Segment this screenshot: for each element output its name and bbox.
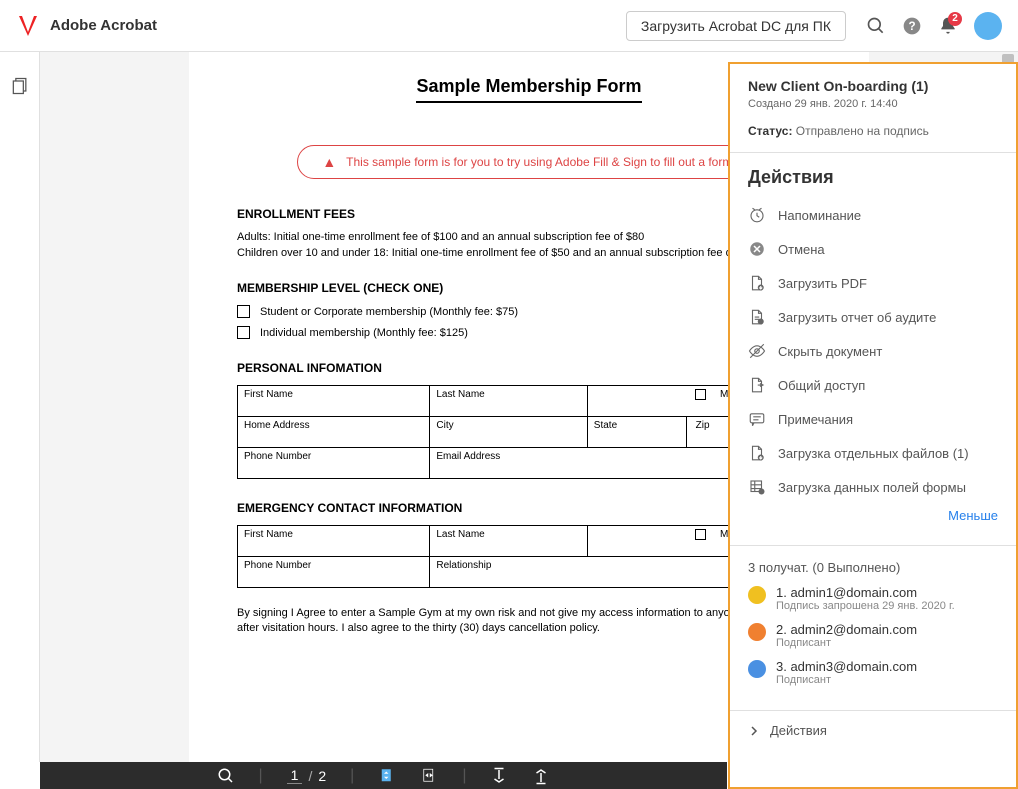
comment-icon <box>748 410 766 428</box>
fit-width-icon[interactable] <box>420 767 438 785</box>
em-phone-cell[interactable]: Phone Number <box>238 557 430 588</box>
recipient-name: 3. admin3@domain.com <box>776 659 917 674</box>
action-label: Примечания <box>778 412 853 427</box>
em-last-name-cell[interactable]: Last Name <box>430 526 587 557</box>
recipient-row[interactable]: 1. admin1@domain.com Подпись запрошена 2… <box>748 585 998 612</box>
panel-created: Создано 29 янв. 2020 г. 14:40 <box>748 98 998 110</box>
action-label: Скрыть документ <box>778 344 882 359</box>
action-share[interactable]: Общий доступ <box>748 368 998 402</box>
status-label: Статус: <box>748 124 792 138</box>
app-header: Adobe Acrobat Загрузить Acrobat DC для П… <box>0 0 1018 52</box>
action-notes[interactable]: Примечания <box>748 402 998 436</box>
logo-group: Adobe Acrobat <box>16 14 157 38</box>
recipient-dot <box>748 660 766 678</box>
fit-page-icon[interactable] <box>378 767 396 785</box>
recipients-heading: 3 получат. (0 Выполнено) <box>748 560 998 575</box>
audit-icon <box>748 308 766 326</box>
warning-banner: ▲ This sample form is for you to try usi… <box>297 145 760 179</box>
action-label: Загрузка данных полей формы <box>778 480 966 495</box>
cancel-icon <box>748 240 766 258</box>
share-icon <box>748 376 766 394</box>
action-download-files[interactable]: Загрузка отдельных файлов (1) <box>748 436 998 470</box>
clock-icon <box>748 206 766 224</box>
recipient-name: 2. admin2@domain.com <box>776 622 917 637</box>
action-label: Общий доступ <box>778 378 865 393</box>
panel-status: Статус: Отправлено на подпись <box>748 124 998 138</box>
city-cell[interactable]: City <box>430 417 587 448</box>
download-pdf-icon <box>748 274 766 292</box>
action-label: Отмена <box>778 242 825 257</box>
home-address-cell[interactable]: Home Address <box>238 417 430 448</box>
left-rail <box>0 52 40 762</box>
membership-opt1-label: Student or Corporate membership (Monthly… <box>260 306 518 318</box>
action-cancel[interactable]: Отмена <box>748 232 998 266</box>
details-panel: New Client On-boarding (1) Создано 29 ян… <box>728 62 1018 789</box>
total-pages: 2 <box>318 768 326 784</box>
search-icon[interactable] <box>866 16 886 36</box>
warning-icon: ▲ <box>322 154 336 170</box>
notification-badge: 2 <box>948 12 962 26</box>
recipient-status: Подписант <box>776 674 917 686</box>
svg-text:?: ? <box>908 20 915 33</box>
action-reminder[interactable]: Напоминание <box>748 198 998 232</box>
document-toolbar: | 1 / 2 | | <box>40 762 727 789</box>
recipient-row[interactable]: 2. admin2@domain.com Подписант <box>748 622 998 649</box>
less-link[interactable]: Меньше <box>748 504 998 531</box>
zoom-out-icon[interactable] <box>490 767 508 785</box>
help-icon[interactable]: ? <box>902 16 922 36</box>
actions-collapse[interactable]: Действия <box>730 710 1016 750</box>
page-separator: / <box>308 768 312 784</box>
acrobat-logo-icon <box>16 14 40 38</box>
form-data-icon <box>748 478 766 496</box>
recipient-dot <box>748 586 766 604</box>
checkbox-icon[interactable] <box>695 389 706 400</box>
action-label: Загрузить PDF <box>778 276 867 291</box>
form-title: Sample Membership Form <box>416 76 641 103</box>
status-value: Отправлено на подпись <box>796 124 929 138</box>
checkbox-icon[interactable] <box>237 305 250 318</box>
recipient-dot <box>748 623 766 641</box>
em-first-name-cell[interactable]: First Name <box>238 526 430 557</box>
panel-doc-name: New Client On-boarding (1) <box>748 78 998 94</box>
action-label: Загрузка отдельных файлов (1) <box>778 446 969 461</box>
search-in-doc-icon[interactable] <box>217 767 235 785</box>
action-download-form-data[interactable]: Загрузка данных полей формы <box>748 470 998 504</box>
download-desktop-button[interactable]: Загрузить Acrobat DC для ПК <box>626 11 846 41</box>
chevron-right-icon <box>748 725 760 737</box>
avatar[interactable] <box>974 12 1002 40</box>
action-hide[interactable]: Скрыть документ <box>748 334 998 368</box>
action-download-audit[interactable]: Загрузить отчет об аудите <box>748 300 998 334</box>
notifications-icon[interactable]: 2 <box>938 16 958 36</box>
action-download-pdf[interactable]: Загрузить PDF <box>748 266 998 300</box>
state-label: State <box>588 417 687 447</box>
action-label: Напоминание <box>778 208 861 223</box>
collapse-label: Действия <box>770 723 827 738</box>
warning-text: This sample form is for you to try using… <box>346 155 736 169</box>
recipient-status: Подпись запрошена 29 янв. 2020 г. <box>776 600 955 612</box>
download-files-icon <box>748 444 766 462</box>
zip-label: Zip <box>690 420 710 431</box>
recipient-row[interactable]: 3. admin3@domain.com Подписант <box>748 659 998 686</box>
recipient-status: Подписант <box>776 637 917 649</box>
zoom-in-icon[interactable] <box>532 767 550 785</box>
actions-heading: Действия <box>748 167 998 188</box>
checkbox-icon[interactable] <box>237 326 250 339</box>
action-label: Загрузить отчет об аудите <box>778 310 936 325</box>
current-page[interactable]: 1 <box>287 767 303 784</box>
checkbox-icon[interactable] <box>695 529 706 540</box>
last-name-cell[interactable]: Last Name <box>430 386 587 417</box>
membership-opt2-label: Individual membership (Monthly fee: $125… <box>260 327 468 339</box>
phone-cell[interactable]: Phone Number <box>238 448 430 479</box>
page-indicator: 1 / 2 <box>287 767 326 784</box>
hide-icon <box>748 342 766 360</box>
app-title: Adobe Acrobat <box>50 17 157 34</box>
pages-icon[interactable] <box>10 76 30 96</box>
recipient-name: 1. admin1@domain.com <box>776 585 955 600</box>
first-name-cell[interactable]: First Name <box>238 386 430 417</box>
